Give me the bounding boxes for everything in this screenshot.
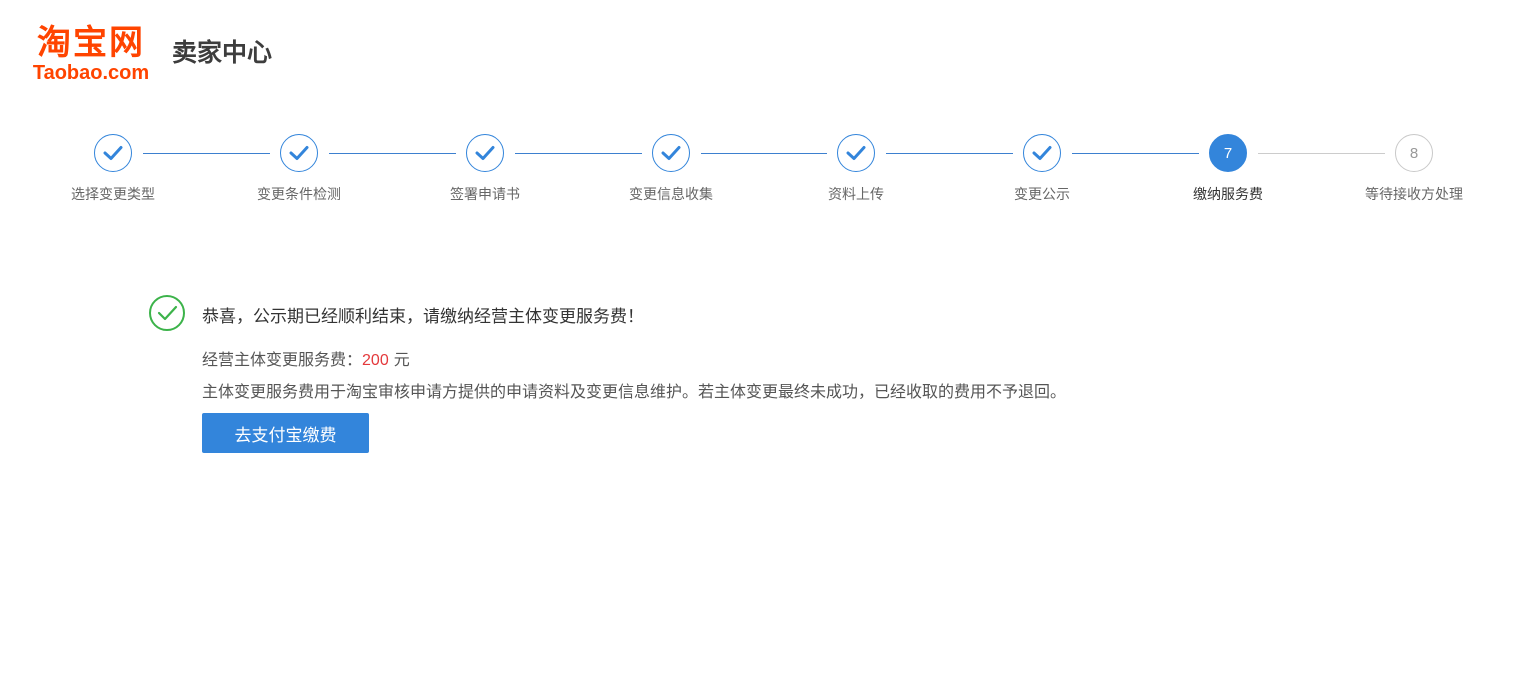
checkmark-icon bbox=[1032, 146, 1052, 160]
logo-english-text: Taobao.com bbox=[32, 62, 150, 84]
step-sign-application: 签署申请书 bbox=[405, 134, 565, 204]
step-done-circle bbox=[652, 134, 690, 172]
check-circle-icon bbox=[149, 295, 185, 331]
checkmark-icon bbox=[475, 146, 495, 160]
checkmark-icon bbox=[661, 146, 681, 160]
step-label: 等待接收方处理 bbox=[1365, 187, 1463, 203]
fee-unit: 元 bbox=[388, 350, 410, 369]
step-upload-documents: 资料上传 bbox=[776, 134, 936, 204]
header: 淘宝网 Taobao.com 卖家中心 bbox=[20, 22, 272, 86]
step-done-circle bbox=[837, 134, 875, 172]
step-pending-circle: 8 bbox=[1395, 134, 1433, 172]
step-done-circle bbox=[466, 134, 504, 172]
step-label: 变更条件检测 bbox=[257, 187, 341, 203]
fee-description: 主体变更服务费用于淘宝审核申请方提供的申请资料及变更信息维护。若主体变更最终未成… bbox=[202, 382, 1067, 401]
step-label: 签署申请书 bbox=[450, 187, 520, 203]
page: 淘宝网 Taobao.com 卖家中心 选择变更类型 变更条件检测 签署申请书 … bbox=[0, 0, 1528, 700]
step-label: 选择变更类型 bbox=[71, 187, 155, 203]
step-pay-service-fee: 7 缴纳服务费 bbox=[1148, 134, 1308, 204]
page-title: 卖家中心 bbox=[172, 38, 273, 67]
step-done-circle bbox=[94, 134, 132, 172]
step-change-announcement: 变更公示 bbox=[962, 134, 1122, 204]
step-condition-check: 变更条件检测 bbox=[219, 134, 379, 204]
step-label: 变更公示 bbox=[1014, 187, 1070, 203]
success-message: 恭喜，公示期已经顺利结束，请缴纳经营主体变更服务费！ bbox=[202, 307, 644, 327]
checkmark-icon bbox=[103, 146, 123, 160]
step-current-circle: 7 bbox=[1209, 134, 1247, 172]
fee-amount: 200 bbox=[362, 352, 389, 369]
step-label: 资料上传 bbox=[828, 187, 884, 203]
logo-chinese-text: 淘宝网 bbox=[37, 23, 145, 63]
checkmark-icon bbox=[289, 146, 309, 160]
taobao-logo[interactable]: 淘宝网 Taobao.com bbox=[20, 24, 162, 84]
step-done-circle bbox=[280, 134, 318, 172]
step-await-receiver: 8 等待接收方处理 bbox=[1334, 134, 1494, 204]
step-done-circle bbox=[1023, 134, 1061, 172]
step-select-change-type: 选择变更类型 bbox=[33, 134, 193, 204]
step-label: 变更信息收集 bbox=[629, 187, 713, 203]
fee-info: 经营主体变更服务费：200 元 bbox=[202, 346, 410, 370]
step-info-collection: 变更信息收集 bbox=[591, 134, 751, 204]
pay-via-alipay-button[interactable]: 去支付宝缴费 bbox=[202, 413, 369, 453]
fee-label: 经营主体变更服务费： bbox=[202, 350, 363, 369]
step-label: 缴纳服务费 bbox=[1193, 187, 1263, 203]
progress-stepper: 选择变更类型 变更条件检测 签署申请书 变更信息收集 资料上传 变更公示 7 缴… bbox=[0, 134, 1528, 214]
checkmark-icon bbox=[846, 146, 866, 160]
